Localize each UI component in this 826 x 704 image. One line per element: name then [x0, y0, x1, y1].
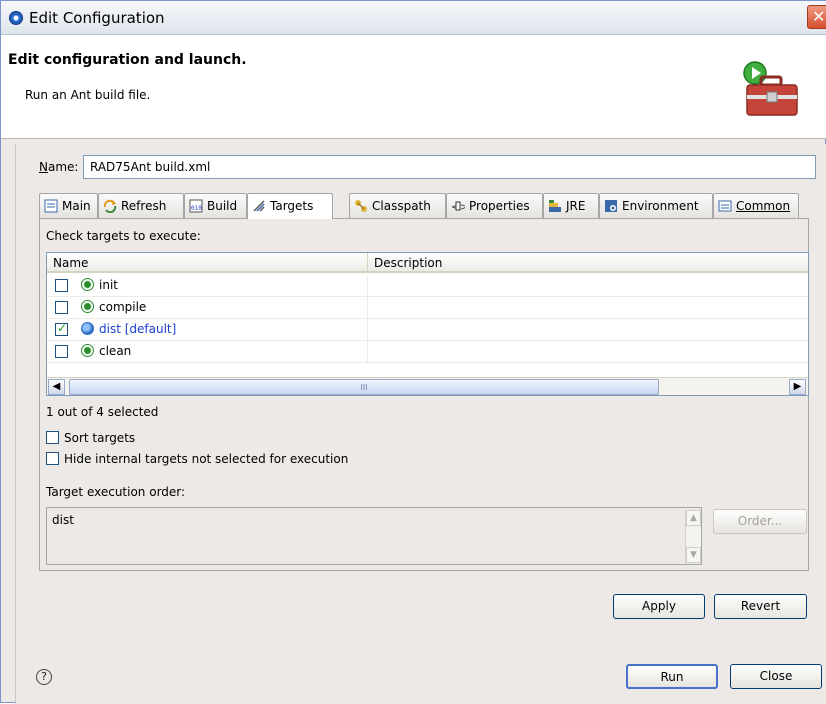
header-title: Edit configuration and launch.	[8, 52, 247, 68]
main-tab-icon	[44, 199, 58, 213]
targets-icon	[253, 200, 265, 212]
tab-label: Environment	[622, 199, 699, 213]
sort-targets-checkbox[interactable]	[46, 431, 59, 444]
execution-order-list: dist ▲ ▼	[46, 507, 702, 565]
tab-classpath[interactable]: Classpath	[349, 193, 446, 218]
svg-text:>: >	[460, 202, 465, 213]
target-name: dist [default]	[99, 322, 177, 336]
tab-label: Targets	[270, 199, 314, 213]
title-bar: Edit Configuration ✕	[1, 1, 826, 35]
help-icon[interactable]: ?	[36, 669, 52, 685]
target-name: compile	[99, 300, 147, 314]
close-icon[interactable]: ✕	[807, 5, 826, 29]
ant-toolbox-icon	[743, 61, 798, 116]
horizontal-scrollbar[interactable]: ◀ III ▶	[47, 377, 808, 395]
target-icon	[81, 300, 94, 313]
hide-internal-checkbox[interactable]	[46, 452, 59, 465]
scroll-up-icon[interactable]: ▲	[686, 510, 701, 526]
vertical-scrollbar[interactable]: ▲ ▼	[685, 510, 701, 563]
tab-properties[interactable]: < > Properties	[446, 193, 543, 218]
header-subtitle: Run an Ant build file.	[25, 88, 151, 102]
tab-targets[interactable]: Targets	[247, 193, 333, 219]
hide-internal-label[interactable]: Hide internal targets not selected for e…	[64, 452, 348, 466]
order-button[interactable]: Order...	[713, 509, 807, 534]
tab-strip: Main Refresh 010 Build Targets Classpath…	[39, 193, 809, 219]
target-checkbox[interactable]	[55, 279, 68, 292]
table-row[interactable]: clean	[47, 341, 808, 363]
scroll-left-icon[interactable]: ◀	[48, 379, 65, 395]
common-icon	[718, 200, 732, 212]
tab-label: JRE	[566, 199, 586, 213]
column-header-name[interactable]: Name	[47, 253, 368, 273]
table-row[interactable]: init	[47, 275, 808, 297]
tab-jre[interactable]: JRE	[543, 193, 599, 218]
target-name: init	[99, 278, 118, 292]
selected-count: 1 out of 4 selected	[46, 405, 159, 419]
sort-targets-label[interactable]: Sort targets	[64, 431, 135, 445]
tab-environment[interactable]: Environment	[599, 193, 713, 218]
window-title: Edit Configuration	[29, 9, 165, 27]
edit-configuration-dialog: Edit Configuration ✕ Edit configuration …	[0, 0, 826, 704]
column-header-description[interactable]: Description	[368, 253, 808, 273]
svg-text:010: 010	[191, 205, 202, 212]
classpath-icon	[355, 200, 367, 212]
table-row[interactable]: compile	[47, 297, 808, 319]
close-button[interactable]: Close	[730, 664, 822, 689]
execution-order-item: dist	[52, 513, 74, 527]
tab-label: Build	[207, 199, 238, 213]
tab-label: Classpath	[372, 199, 431, 213]
tab-main[interactable]: Main	[39, 193, 98, 218]
scroll-down-icon[interactable]: ▼	[686, 547, 701, 563]
dialog-header: Edit configuration and launch. Run an An…	[1, 35, 826, 139]
default-target-icon	[81, 322, 94, 335]
execution-order-label: Target execution order:	[46, 485, 186, 499]
tab-common[interactable]: Common	[713, 193, 799, 218]
build-icon: 010	[189, 199, 203, 213]
refresh-icon	[103, 199, 117, 213]
scroll-right-icon[interactable]: ▶	[789, 379, 806, 395]
run-button[interactable]: Run	[626, 664, 718, 689]
properties-icon: < >	[451, 201, 465, 213]
tab-label: Main	[62, 199, 91, 213]
name-input[interactable]: RAD75Ant build.xml	[83, 155, 816, 179]
tab-build[interactable]: 010 Build	[184, 193, 247, 218]
target-icon	[81, 344, 94, 357]
target-checkbox[interactable]	[55, 301, 68, 314]
environment-icon	[605, 200, 617, 212]
apply-button[interactable]: Apply	[613, 594, 705, 619]
check-targets-label: Check targets to execute:	[46, 229, 201, 243]
targets-table: Name Description init compile dist [defa…	[46, 252, 809, 396]
target-checkbox[interactable]	[55, 321, 68, 336]
name-label: Name:	[39, 160, 79, 174]
tab-label: Common	[736, 199, 791, 213]
revert-button[interactable]: Revert	[714, 594, 807, 619]
table-row[interactable]: dist [default]	[47, 319, 808, 341]
target-name: clean	[99, 344, 132, 358]
jre-icon	[549, 200, 561, 212]
tab-refresh[interactable]: Refresh	[98, 193, 184, 218]
scroll-thumb[interactable]: III	[69, 379, 659, 395]
target-icon	[81, 278, 94, 291]
target-checkbox[interactable]	[55, 345, 68, 358]
eclipse-icon	[9, 11, 23, 25]
tab-label: Properties	[469, 199, 530, 213]
tab-label: Refresh	[121, 199, 167, 213]
